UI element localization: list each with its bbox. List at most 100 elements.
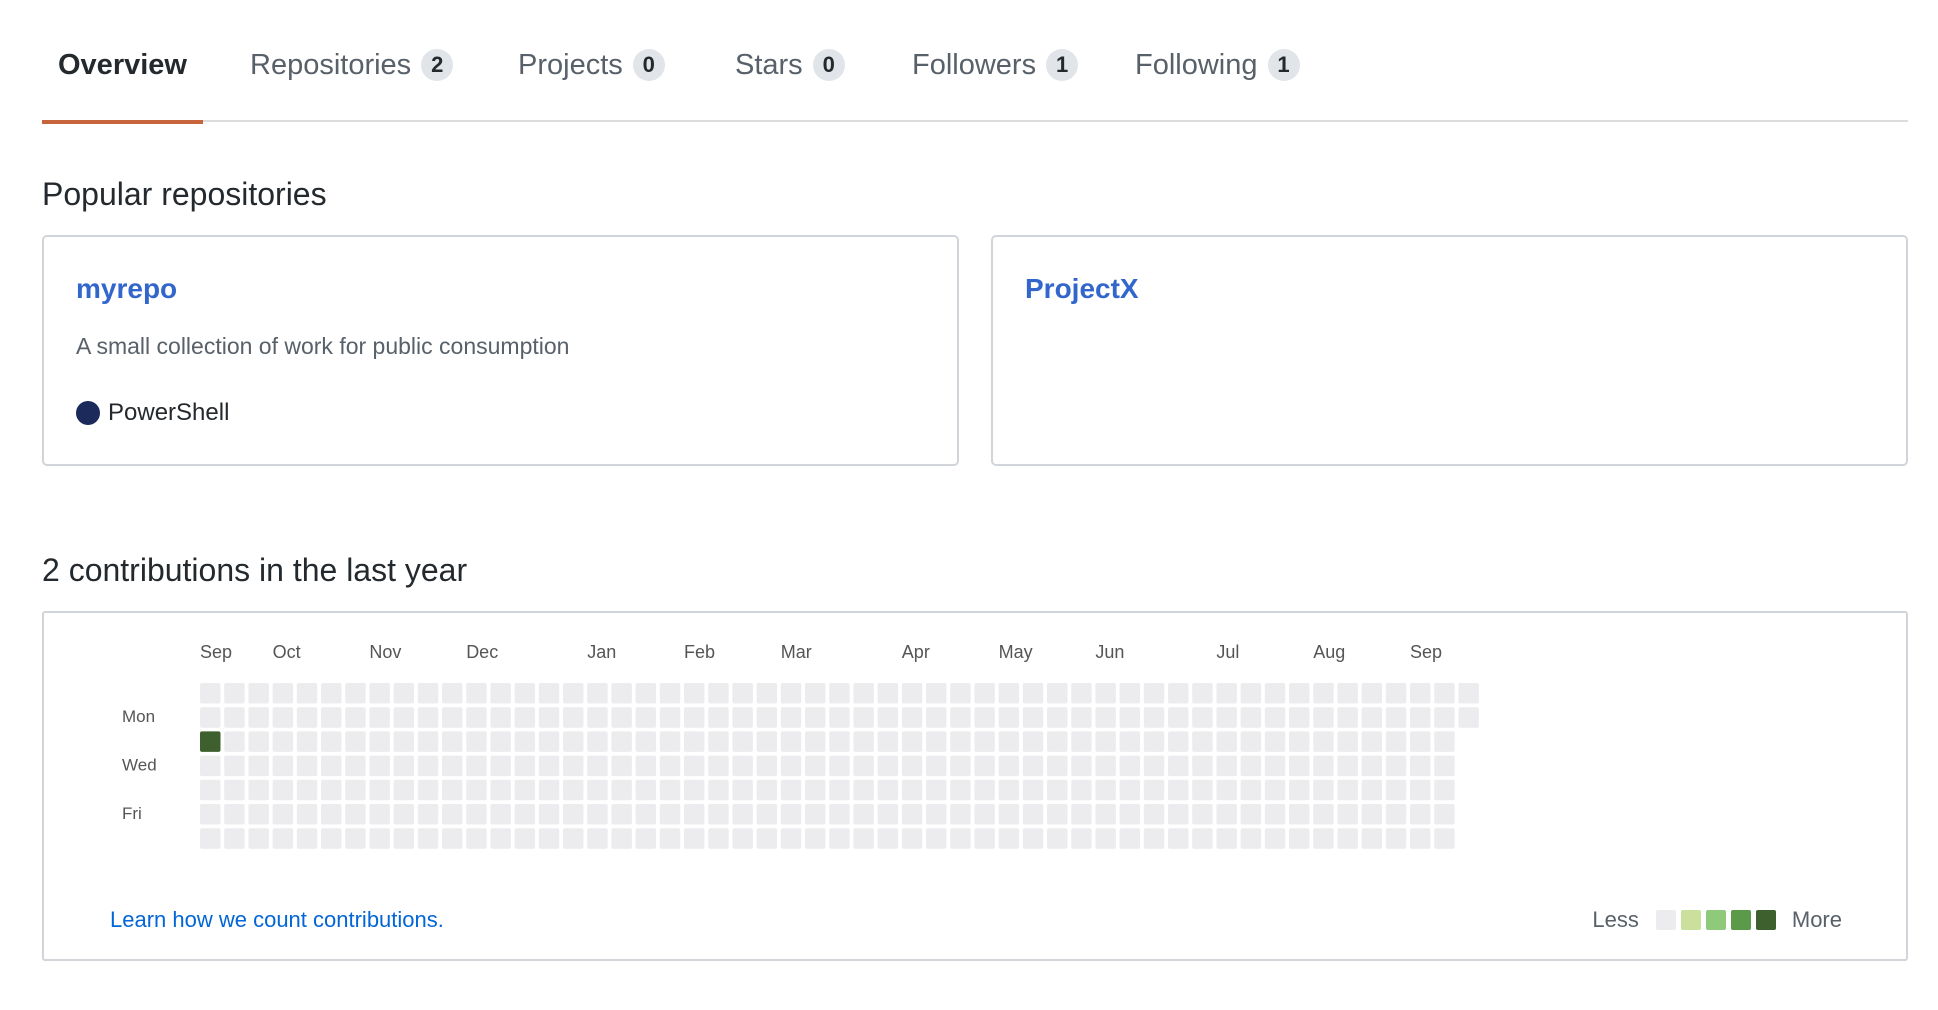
contribution-day-cell[interactable] [998, 683, 1020, 704]
contribution-day-cell[interactable] [466, 828, 487, 849]
contribution-day-cell[interactable] [272, 707, 294, 728]
contribution-day-cell[interactable] [1434, 828, 1455, 849]
contribution-day-cell[interactable] [417, 731, 439, 752]
contribution-day-cell[interactable] [659, 707, 681, 728]
contribution-day-cell[interactable] [490, 755, 511, 777]
contribution-day-cell[interactable] [1143, 707, 1165, 728]
contribution-day-cell[interactable] [1289, 779, 1310, 801]
contribution-day-cell[interactable] [1410, 779, 1431, 801]
contribution-day-cell[interactable] [611, 828, 632, 849]
contribution-day-cell[interactable] [708, 779, 729, 801]
repo-link-projectx[interactable]: ProjectX [1025, 273, 1139, 305]
contribution-day-cell[interactable] [321, 828, 342, 849]
contribution-day-cell[interactable] [877, 779, 899, 801]
contribution-day-cell[interactable] [877, 828, 899, 849]
contribution-day-cell[interactable] [345, 683, 366, 704]
contribution-day-cell[interactable] [442, 779, 463, 801]
contribution-day-cell[interactable] [1240, 804, 1262, 825]
contribution-day-cell[interactable] [1337, 804, 1358, 825]
contribution-day-cell[interactable] [756, 804, 778, 825]
contribution-day-cell[interactable] [514, 731, 536, 752]
contribution-day-cell[interactable] [829, 755, 850, 777]
contribution-day-cell[interactable] [805, 731, 826, 752]
contribution-day-cell[interactable] [393, 804, 415, 825]
contribution-day-cell[interactable] [635, 828, 657, 849]
contribution-day-cell[interactable] [1168, 779, 1189, 801]
contribution-day-cell[interactable] [538, 755, 560, 777]
contribution-day-cell[interactable] [321, 707, 342, 728]
contribution-day-cell[interactable] [901, 755, 923, 777]
contribution-day-cell[interactable] [950, 804, 971, 825]
contribution-day-cell[interactable] [321, 731, 342, 752]
contribution-day-cell[interactable] [708, 828, 729, 849]
contribution-day-cell[interactable] [998, 779, 1020, 801]
contribution-day-cell[interactable] [1216, 731, 1237, 752]
contribution-day-cell[interactable] [538, 731, 560, 752]
tab-following[interactable]: Following 1 [1135, 44, 1300, 122]
contribution-day-cell[interactable] [369, 683, 390, 704]
contribution-day-cell[interactable] [563, 707, 584, 728]
contribution-day-cell[interactable] [1313, 755, 1334, 777]
contribution-day-cell[interactable] [1022, 779, 1044, 801]
contribution-day-cell[interactable] [248, 683, 269, 704]
contribution-day-cell[interactable] [732, 828, 753, 849]
contribution-day-cell[interactable] [805, 755, 826, 777]
contribution-day-cell[interactable] [224, 755, 245, 777]
contribution-day-cell[interactable] [1434, 707, 1455, 728]
contribution-day-cell[interactable] [417, 755, 439, 777]
tab-followers[interactable]: Followers 1 [912, 44, 1079, 122]
contribution-day-cell[interactable] [926, 755, 947, 777]
contribution-day-cell[interactable] [684, 828, 705, 849]
contribution-day-cell[interactable] [805, 828, 826, 849]
contribution-day-cell[interactable] [901, 779, 923, 801]
contribution-day-cell[interactable] [224, 779, 245, 801]
contribution-day-cell[interactable] [950, 828, 971, 849]
contribution-day-cell[interactable] [1385, 804, 1407, 825]
contribution-day-cell[interactable] [998, 804, 1020, 825]
contribution-day-cell[interactable] [490, 683, 511, 704]
contribution-day-cell[interactable] [1385, 779, 1407, 801]
contribution-day-cell[interactable] [1410, 731, 1431, 752]
contribution-day-cell[interactable] [1337, 828, 1358, 849]
contribution-day-cell[interactable] [974, 731, 995, 752]
contribution-day-cell[interactable] [1264, 804, 1286, 825]
contribution-day-cell[interactable] [1071, 755, 1092, 777]
contribution-day-cell[interactable] [1022, 707, 1044, 728]
contribution-day-cell[interactable] [1047, 707, 1068, 728]
contribution-day-cell[interactable] [345, 804, 366, 825]
contribution-day-cell[interactable] [1264, 755, 1286, 777]
contribution-day-cell[interactable] [1240, 707, 1262, 728]
contribution-day-cell[interactable] [442, 828, 463, 849]
contribution-day-cell[interactable] [296, 755, 318, 777]
contribution-day-cell[interactable] [1410, 707, 1431, 728]
contribution-day-cell[interactable] [998, 707, 1020, 728]
contribution-day-cell[interactable] [200, 683, 221, 704]
learn-contributions-link[interactable]: Learn how we count contributions. [110, 907, 444, 933]
contribution-day-cell[interactable] [1192, 779, 1213, 801]
contribution-day-cell[interactable] [1264, 779, 1286, 801]
contribution-day-cell[interactable] [1337, 683, 1358, 704]
contribution-day-cell[interactable] [1095, 683, 1116, 704]
contribution-day-cell[interactable] [805, 779, 826, 801]
contribution-day-cell[interactable] [926, 779, 947, 801]
contribution-day-cell[interactable] [490, 731, 511, 752]
contribution-day-cell[interactable] [950, 707, 971, 728]
contribution-day-cell[interactable] [321, 755, 342, 777]
contribution-day-cell[interactable] [345, 731, 366, 752]
contribution-day-cell[interactable] [926, 683, 947, 704]
contribution-day-cell[interactable] [466, 707, 487, 728]
contribution-day-cell[interactable] [1119, 731, 1141, 752]
contribution-day-cell[interactable] [248, 804, 269, 825]
contribution-day-cell[interactable] [1168, 707, 1189, 728]
contribution-day-cell[interactable] [659, 683, 681, 704]
contribution-day-cell[interactable] [998, 828, 1020, 849]
contribution-day-cell[interactable] [1434, 731, 1455, 752]
contribution-day-cell[interactable] [538, 828, 560, 849]
contribution-day-cell[interactable] [708, 683, 729, 704]
contribution-day-cell[interactable] [538, 779, 560, 801]
contribution-day-cell[interactable] [1022, 755, 1044, 777]
contribution-day-cell[interactable] [538, 683, 560, 704]
contribution-day-cell[interactable] [1240, 828, 1262, 849]
contribution-day-cell[interactable] [369, 755, 390, 777]
contribution-day-cell[interactable] [1410, 828, 1431, 849]
